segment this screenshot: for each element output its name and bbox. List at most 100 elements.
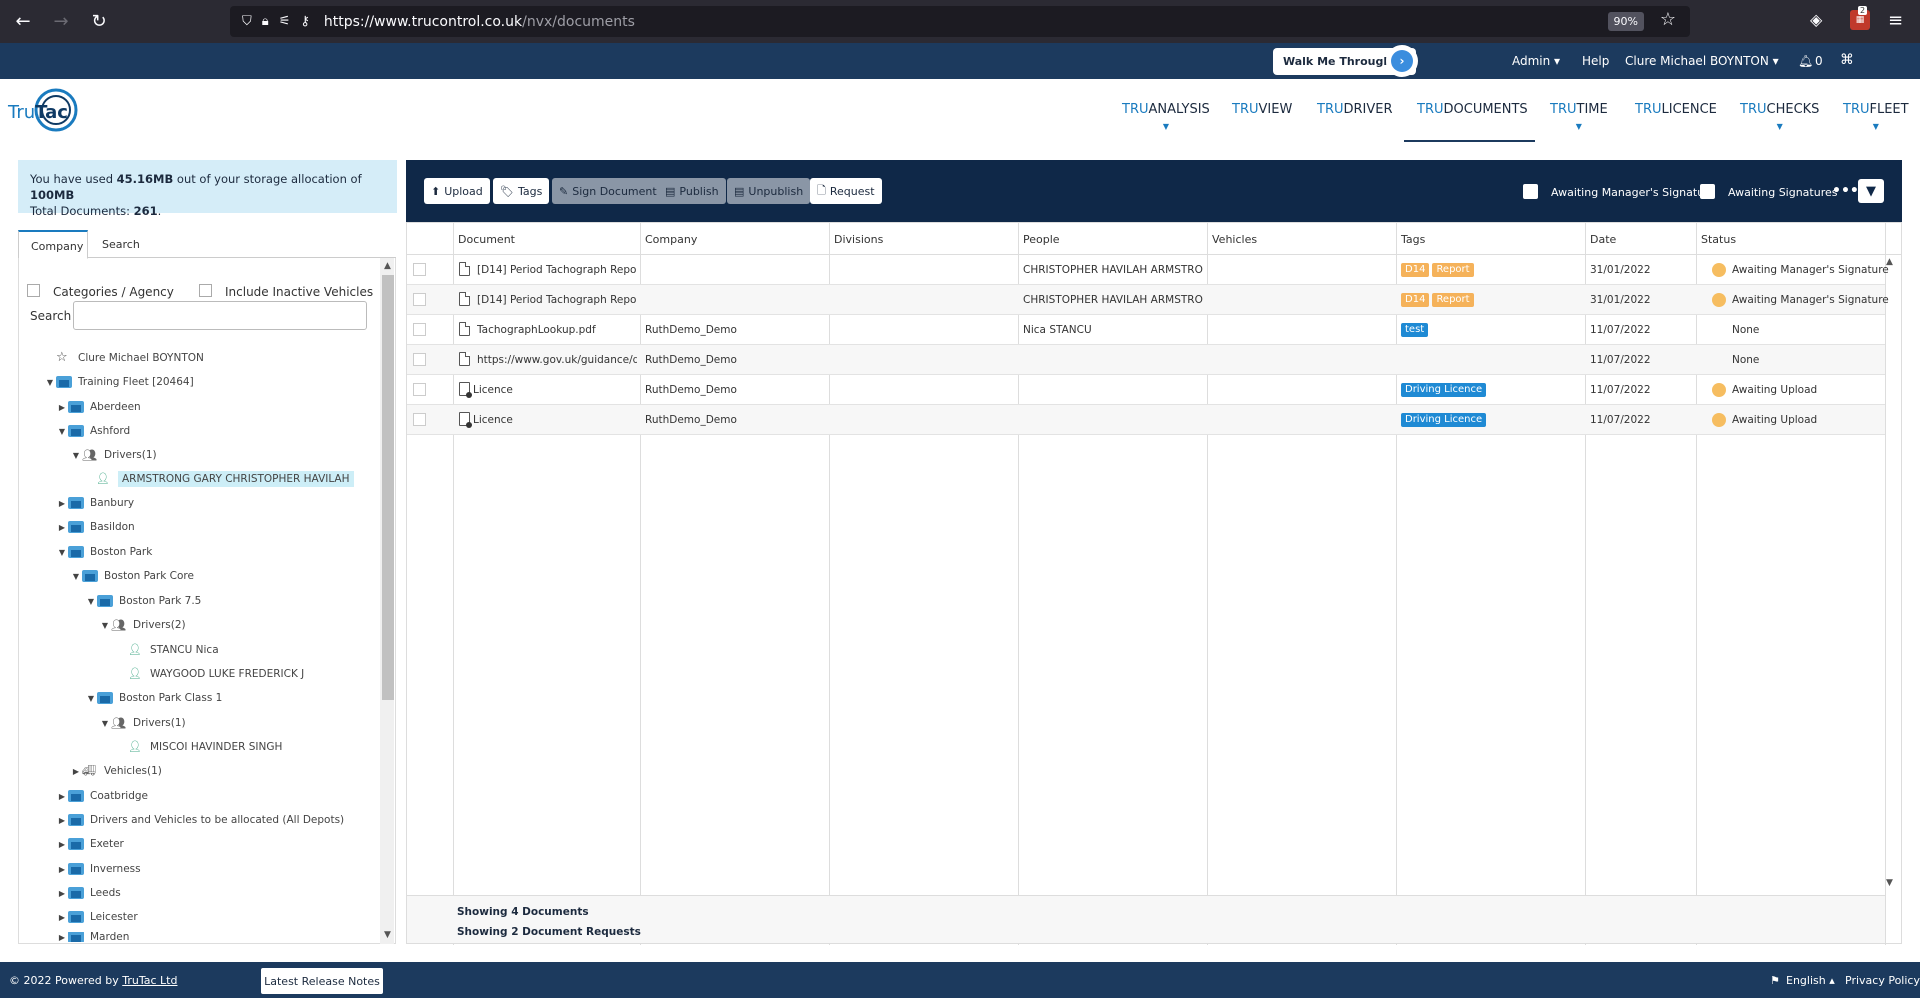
filter-icon[interactable]: ▼ (1858, 179, 1884, 203)
caret-down-icon[interactable]: ▼ (85, 694, 97, 703)
nav-truanalysis[interactable]: TRUANALYSIS ▼ (1122, 102, 1210, 131)
caret-right-icon[interactable]: ▶ (56, 816, 68, 825)
tab-search[interactable]: Search (90, 230, 152, 259)
caret-right-icon[interactable]: ▶ (56, 523, 68, 532)
tree-scrollbar-thumb[interactable] (382, 275, 394, 700)
url-bar[interactable]: ⛉ 🔒︎ ⚟ ⚷ https://www.trucontrol.co.uk/nv… (230, 6, 1690, 37)
column-header-tags[interactable]: Tags (1401, 233, 1425, 246)
shield-icon[interactable]: ⛉ (242, 14, 252, 29)
tree-item-stancu[interactable]: 👤︎ STANCU Nica (128, 641, 219, 659)
row-checkbox[interactable] (413, 263, 426, 276)
awaiting-signatures-checkbox[interactable] (1700, 184, 1715, 199)
cell-document[interactable]: Licence (473, 384, 633, 396)
caret-down-icon[interactable]: ▼ (56, 548, 68, 557)
cell-document[interactable]: Licence (473, 414, 633, 426)
pocket-icon[interactable]: ◈ (1810, 10, 1822, 29)
table-row[interactable]: TachographLookup.pdf RuthDemo_Demo Nica … (407, 315, 1885, 345)
nav-trufleet[interactable]: TRUFLEET ▼ (1843, 102, 1909, 131)
tree-item-leicester[interactable]: ▶ Leicester (56, 908, 138, 926)
caret-right-icon[interactable]: ▶ (56, 913, 68, 922)
nav-truchecks[interactable]: TRUCHECKS ▼ (1740, 102, 1819, 131)
caret-right-icon[interactable]: ▶ (56, 403, 68, 412)
tree-search-input[interactable] (73, 301, 367, 330)
tree-item-miscoi[interactable]: 👤︎ MISCOI HAVINDER SINGH (128, 738, 282, 756)
more-options-icon[interactable]: ••• (1832, 183, 1859, 199)
tree-item-bp75-drivers[interactable]: ▼ 👥︎ Drivers(2) (99, 616, 186, 634)
tags-button[interactable]: 🏷︎ Tags (493, 178, 550, 204)
tree-item-boston-park-core[interactable]: ▼ Boston Park Core (70, 567, 194, 585)
grid-scroll-down-icon[interactable]: ▼ (1886, 878, 1893, 888)
trutac-link[interactable]: TruTac Ltd (122, 974, 177, 987)
column-header-status[interactable]: Status (1701, 233, 1736, 246)
nav-truview[interactable]: TRUVIEW (1232, 102, 1292, 117)
bookmark-star-icon[interactable]: ☆ (1660, 9, 1676, 30)
categories-checkbox[interactable] (27, 284, 40, 297)
caret-down-icon[interactable]: ▼ (44, 378, 56, 387)
walk-me-arrow-icon[interactable]: › (1386, 45, 1418, 77)
tree-item-leeds[interactable]: ▶ Leeds (56, 884, 121, 902)
awaiting-manager-checkbox[interactable] (1523, 184, 1538, 199)
caret-down-icon[interactable]: ▼ (70, 451, 82, 460)
tree-item-boston-park-class-1[interactable]: ▼ Boston Park Class 1 (85, 689, 222, 707)
tree-item-user[interactable]: ☆ Clure Michael BOYNTON (44, 349, 204, 367)
help-link[interactable]: Help (1582, 54, 1609, 68)
unpublish-button[interactable]: ▤ Unpublish (727, 178, 811, 204)
table-row[interactable]: [D14] Period Tachograph Repor... CHRISTO… (407, 255, 1889, 285)
lock-icon[interactable]: 🔒︎ (262, 14, 269, 29)
tree-item-basildon[interactable]: ▶ Basildon (56, 518, 135, 536)
caret-down-icon[interactable]: ▼ (99, 621, 111, 630)
cell-document[interactable]: https://www.gov.uk/guidance/d... (477, 354, 637, 366)
column-header-date[interactable]: Date (1590, 233, 1616, 246)
tree-item-inverness[interactable]: ▶ Inverness (56, 860, 141, 878)
tree-item-exeter[interactable]: ▶ Exeter (56, 835, 124, 853)
column-header-vehicles[interactable]: Vehicles (1212, 233, 1257, 246)
key-icon[interactable]: ⚷ (300, 14, 310, 29)
grid-scroll-up-icon[interactable]: ▲ (1886, 257, 1893, 267)
column-header-divisions[interactable]: Divisions (834, 233, 883, 246)
publish-button[interactable]: ▤ Publish (658, 178, 726, 204)
request-button[interactable]: 🗋︎ Request (810, 178, 882, 204)
forward-icon[interactable]: → (46, 7, 76, 37)
scroll-down-icon[interactable]: ▼ (384, 930, 391, 940)
caret-right-icon[interactable]: ▶ (56, 792, 68, 801)
latest-release-notes-button[interactable]: Latest Release Notes (261, 968, 383, 994)
row-checkbox[interactable] (413, 293, 426, 306)
back-icon[interactable]: ← (8, 7, 38, 37)
nav-trudocuments[interactable]: TRUDOCUMENTS (1417, 102, 1528, 117)
url-text[interactable]: https://www.trucontrol.co.uk/nvx/documen… (324, 14, 635, 30)
caret-right-icon[interactable]: ▶ (56, 840, 68, 849)
caret-right-icon[interactable]: ▶ (56, 933, 68, 942)
caret-right-icon[interactable]: ▶ (56, 889, 68, 898)
row-checkbox[interactable] (413, 353, 426, 366)
nav-trulicence[interactable]: TRULICENCE (1635, 102, 1717, 117)
caret-right-icon[interactable]: ▶ (56, 499, 68, 508)
column-header-document[interactable]: Document (458, 233, 515, 246)
cell-document[interactable]: [D14] Period Tachograph Repor... (477, 264, 637, 276)
reload-icon[interactable]: ↻ (84, 7, 114, 37)
table-row[interactable]: Licence RuthDemo_Demo Driving Licence 11… (407, 405, 1885, 435)
nav-trudriver[interactable]: TRUDRIVER (1317, 102, 1393, 117)
sign-document-button[interactable]: ✎ Sign Document (552, 178, 664, 204)
caret-down-icon[interactable]: ▼ (70, 572, 82, 581)
bell-icon[interactable]: 🔔︎ (1798, 54, 1813, 68)
tree-item-banbury[interactable]: ▶ Banbury (56, 494, 134, 512)
tree-item-vehicles[interactable]: ▶ 🚚︎ Vehicles(1) (70, 762, 162, 780)
tree-item-boston-park[interactable]: ▼ Boston Park (56, 543, 152, 561)
cell-document[interactable]: [D14] Period Tachograph Repor... (477, 294, 637, 306)
column-header-company[interactable]: Company (645, 233, 697, 246)
tree-item-unallocated[interactable]: ▶ Drivers and Vehicles to be allocated (A… (56, 811, 344, 829)
row-checkbox[interactable] (413, 413, 426, 426)
browser-menu-icon[interactable]: ≡ (1888, 10, 1903, 31)
cell-document[interactable]: TachographLookup.pdf (477, 324, 637, 336)
apps-icon[interactable]: ⌘ (1840, 52, 1854, 68)
nav-trutime[interactable]: TRUTIME ▼ (1550, 102, 1608, 131)
upload-button[interactable]: ⬆ Upload (424, 178, 490, 204)
tree-item-training-fleet[interactable]: ▼ Training Fleet [20464] (44, 373, 194, 391)
column-header-people[interactable]: People (1023, 233, 1060, 246)
user-menu[interactable]: Clure Michael BOYNTON ▾ (1625, 54, 1779, 68)
table-row[interactable]: [D14] Period Tachograph Repor... CHRISTO… (407, 285, 1889, 315)
zoom-level[interactable]: 90% (1607, 12, 1644, 31)
table-row[interactable]: https://www.gov.uk/guidance/d... RuthDem… (407, 345, 1885, 375)
caret-right-icon[interactable]: ▶ (56, 865, 68, 874)
privacy-policy-link[interactable]: Privacy Policy (1845, 974, 1920, 987)
